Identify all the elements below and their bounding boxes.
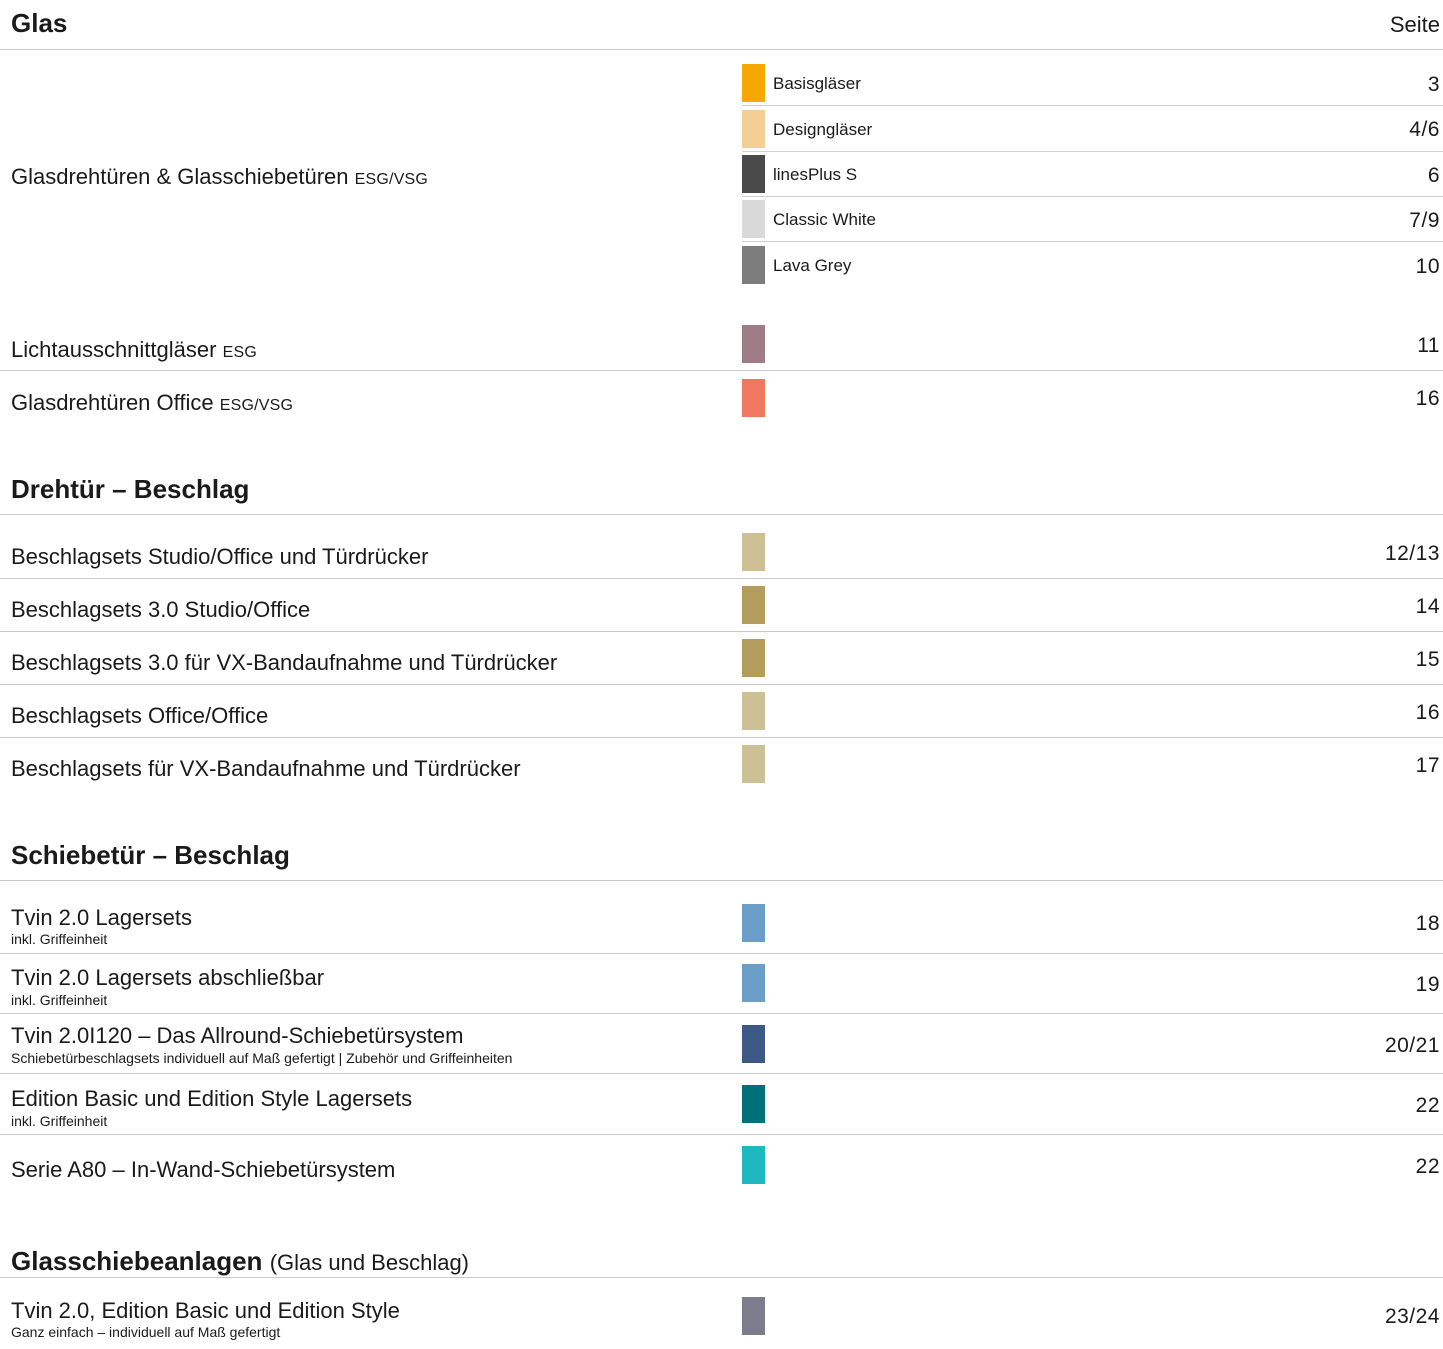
sub-item-label[interactable]: linesPlus S <box>773 165 857 185</box>
page-number[interactable]: 22 <box>1416 1094 1440 1118</box>
sub-item-label[interactable]: Designgläser <box>773 120 872 140</box>
toc-row-title[interactable]: Tvin 2.0, Edition Basic und Edition Styl… <box>11 1298 400 1324</box>
toc-row-title[interactable]: Tvin 2.0I120 – Das Allround-Schiebetürsy… <box>11 1023 463 1049</box>
divider <box>0 737 1443 738</box>
color-swatch <box>742 639 765 677</box>
page-number[interactable]: 12/13 <box>1385 542 1440 566</box>
toc-row-suffix: ESG/VSG <box>219 397 294 414</box>
toc-row-title[interactable]: Serie A80 – In-Wand-Schiebetürsystem <box>11 1157 395 1183</box>
toc-row-subtitle: inkl. Griffeinheit <box>11 1113 108 1129</box>
toc-row-subtitle: inkl. Griffeinheit <box>11 992 108 1008</box>
divider <box>0 578 1443 579</box>
page-number[interactable]: 23/24 <box>1385 1305 1440 1329</box>
page-number[interactable]: 11 <box>1417 334 1440 358</box>
toc-row-title-text: Lichtausschnittgläser <box>11 337 217 362</box>
glas-group-title-text: Glasdrehtüren & Glasschiebetüren <box>11 164 349 189</box>
color-swatch <box>742 1297 765 1335</box>
toc-row-subtitle: Schiebetürbeschlagsets individuell auf M… <box>11 1050 513 1066</box>
toc-row-title[interactable]: Beschlagsets Office/Office <box>11 703 268 729</box>
toc-row-title[interactable]: Edition Basic und Edition Style Lagerset… <box>11 1086 412 1112</box>
glas-group-title[interactable]: Glasdrehtüren & Glasschiebetüren ESG/VSG <box>11 164 428 190</box>
divider <box>0 1073 1443 1074</box>
color-swatch <box>742 692 765 730</box>
toc-row-title[interactable]: Glasdrehtüren Office ESG/VSG <box>11 390 293 416</box>
divider <box>0 370 1443 371</box>
color-swatch <box>742 110 765 148</box>
page-number[interactable]: 4/6 <box>1409 118 1440 142</box>
page-number[interactable]: 16 <box>1416 701 1440 725</box>
divider <box>0 880 1443 881</box>
divider <box>0 1134 1443 1135</box>
toc-row-title[interactable]: Tvin 2.0 Lagersets abschließbar <box>11 965 324 991</box>
color-swatch <box>742 586 765 624</box>
divider <box>0 514 1443 515</box>
section-title-schiebetuer: Schiebetür – Beschlag <box>11 840 290 870</box>
section-title-glasschiebe: Glasschiebeanlagen (Glas und Beschlag) <box>11 1246 469 1277</box>
color-swatch <box>742 325 765 363</box>
toc-row-subtitle: Ganz einfach – individuell auf Maß gefer… <box>11 1324 281 1340</box>
page-number[interactable]: 14 <box>1416 595 1440 619</box>
page-number[interactable]: 19 <box>1416 973 1440 997</box>
color-swatch <box>742 1025 765 1063</box>
color-swatch <box>742 1085 765 1123</box>
color-swatch <box>742 533 765 571</box>
divider <box>0 1013 1443 1014</box>
section-title-drehtuer: Drehtür – Beschlag <box>11 474 250 504</box>
toc-row-title[interactable]: Beschlagsets 3.0 für VX-Bandaufnahme und… <box>11 650 557 676</box>
seite-header: Seite <box>1389 12 1440 37</box>
color-swatch <box>742 64 765 102</box>
toc-row-subtitle: inkl. Griffeinheit <box>11 931 108 947</box>
divider <box>742 241 1443 242</box>
page-number[interactable]: 7/9 <box>1409 209 1440 233</box>
divider <box>0 684 1443 685</box>
section-title-glas: Glas <box>11 8 68 38</box>
page-number[interactable]: 15 <box>1416 648 1440 672</box>
toc-row-title[interactable]: Beschlagsets Studio/Office und Türdrücke… <box>11 544 428 570</box>
divider <box>0 49 1443 50</box>
sub-item-label[interactable]: Classic White <box>773 210 876 230</box>
toc-row-title[interactable]: Lichtausschnittgläser ESG <box>11 337 257 363</box>
glas-group-suffix: ESG/VSG <box>354 171 429 188</box>
divider <box>0 1277 1443 1278</box>
color-swatch <box>742 1146 765 1184</box>
page-number[interactable]: 16 <box>1416 387 1440 411</box>
sub-item-label[interactable]: Basisgläser <box>773 74 861 94</box>
toc-row-title[interactable]: Tvin 2.0 Lagersets <box>11 905 192 931</box>
color-swatch <box>742 200 765 238</box>
toc-row-title-text: Glasdrehtüren Office <box>11 390 214 415</box>
color-swatch <box>742 379 765 417</box>
page-number[interactable]: 20/21 <box>1385 1034 1440 1058</box>
divider <box>742 196 1443 197</box>
page-number[interactable]: 6 <box>1428 164 1440 188</box>
section-title-text: Glasschiebeanlagen <box>11 1246 263 1276</box>
color-swatch <box>742 964 765 1002</box>
toc-row-title[interactable]: Beschlagsets für VX-Bandaufnahme und Tür… <box>11 756 521 782</box>
divider <box>0 631 1443 632</box>
page-number[interactable]: 22 <box>1416 1155 1440 1179</box>
divider <box>742 105 1443 106</box>
page-number[interactable]: 18 <box>1416 912 1440 936</box>
color-swatch <box>742 904 765 942</box>
toc-row-title[interactable]: Beschlagsets 3.0 Studio/Office <box>11 597 310 623</box>
toc-row-suffix: ESG <box>222 344 257 361</box>
page-number[interactable]: 17 <box>1416 754 1440 778</box>
color-swatch <box>742 246 765 284</box>
divider <box>742 151 1443 152</box>
divider <box>0 953 1443 954</box>
color-swatch <box>742 155 765 193</box>
color-swatch <box>742 745 765 783</box>
sub-item-label[interactable]: Lava Grey <box>773 256 851 276</box>
section-title-note: (Glas und Beschlag) <box>269 1250 470 1275</box>
page-number[interactable]: 10 <box>1416 255 1440 279</box>
page-number[interactable]: 3 <box>1428 73 1440 97</box>
